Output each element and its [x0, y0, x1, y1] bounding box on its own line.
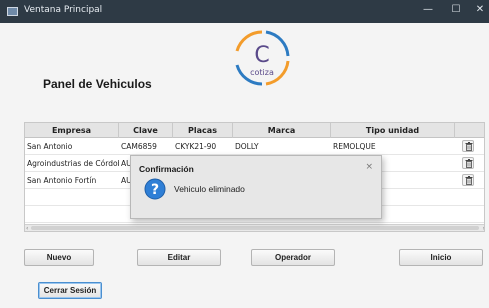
column-header[interactable]: Marca [233, 123, 331, 138]
column-header[interactable]: Clave [119, 123, 173, 138]
svg-text:?: ? [151, 182, 159, 198]
dialog-close-button[interactable]: × [365, 162, 373, 172]
delete-button[interactable] [462, 140, 474, 152]
column-header [455, 123, 484, 138]
cotiza-logo: C cotiza [235, 30, 290, 86]
logo-text: cotiza [250, 68, 274, 77]
confirmation-dialog: Confirmación × ? Vehiculo eliminado [130, 155, 382, 219]
info-icon: ? [144, 178, 166, 200]
column-header[interactable]: Empresa [25, 123, 119, 138]
cell-tipo: REMOLQUE [333, 142, 376, 151]
cell-marca: DOLLY [235, 142, 259, 151]
scroll-left-icon[interactable]: ‹ [26, 225, 28, 231]
horizontal-scrollbar[interactable]: ‹ › [25, 224, 484, 231]
window-icon [7, 7, 18, 16]
editar-button[interactable]: Editar [137, 249, 221, 266]
window-title: Ventana Principal [24, 5, 103, 15]
nuevo-button[interactable]: Nuevo [24, 249, 94, 266]
trash-icon [465, 159, 473, 168]
cell-empresa: San Antonio [27, 142, 73, 151]
cell-placas: CKYK21-90 [175, 142, 217, 151]
dialog-message: Vehiculo eliminado [174, 184, 245, 194]
scrollbar-thumb[interactable] [31, 226, 479, 230]
cell-empresa: San Antonio Fortín [27, 176, 97, 185]
scroll-right-icon[interactable]: › [483, 225, 484, 231]
cerrar-sesion-button[interactable]: Cerrar Sesión [38, 282, 102, 299]
title-bar: Ventana Principal — ☐ ✕ [0, 0, 489, 23]
maximize-button[interactable]: ☐ [449, 4, 463, 15]
delete-button[interactable] [462, 174, 474, 186]
trash-icon [465, 142, 473, 151]
column-header[interactable]: Placas [173, 123, 233, 138]
cell-clave: CAM6859 [121, 142, 157, 151]
column-header[interactable]: Tipo unidad [331, 123, 455, 138]
cell-empresa: Agroindustrias de Córdoba [27, 159, 119, 168]
minimize-button[interactable]: — [421, 4, 435, 15]
svg-text:C: C [254, 43, 269, 68]
close-button[interactable]: ✕ [473, 4, 487, 15]
dialog-title: Confirmación [139, 164, 194, 174]
table-row[interactable]: San Antonio CAM6859 CKYK21-90 DOLLY REMO… [25, 138, 484, 155]
inicio-button[interactable]: Inicio [399, 249, 483, 266]
operador-button[interactable]: Operador [251, 249, 335, 266]
trash-icon [465, 176, 473, 185]
page-title: Panel de Vehiculos [43, 77, 152, 91]
delete-button[interactable] [462, 157, 474, 169]
main-content: C cotiza Panel de Vehiculos Empresa Clav… [0, 23, 489, 308]
table-header: Empresa Clave Placas Marca Tipo unidad [25, 123, 484, 138]
